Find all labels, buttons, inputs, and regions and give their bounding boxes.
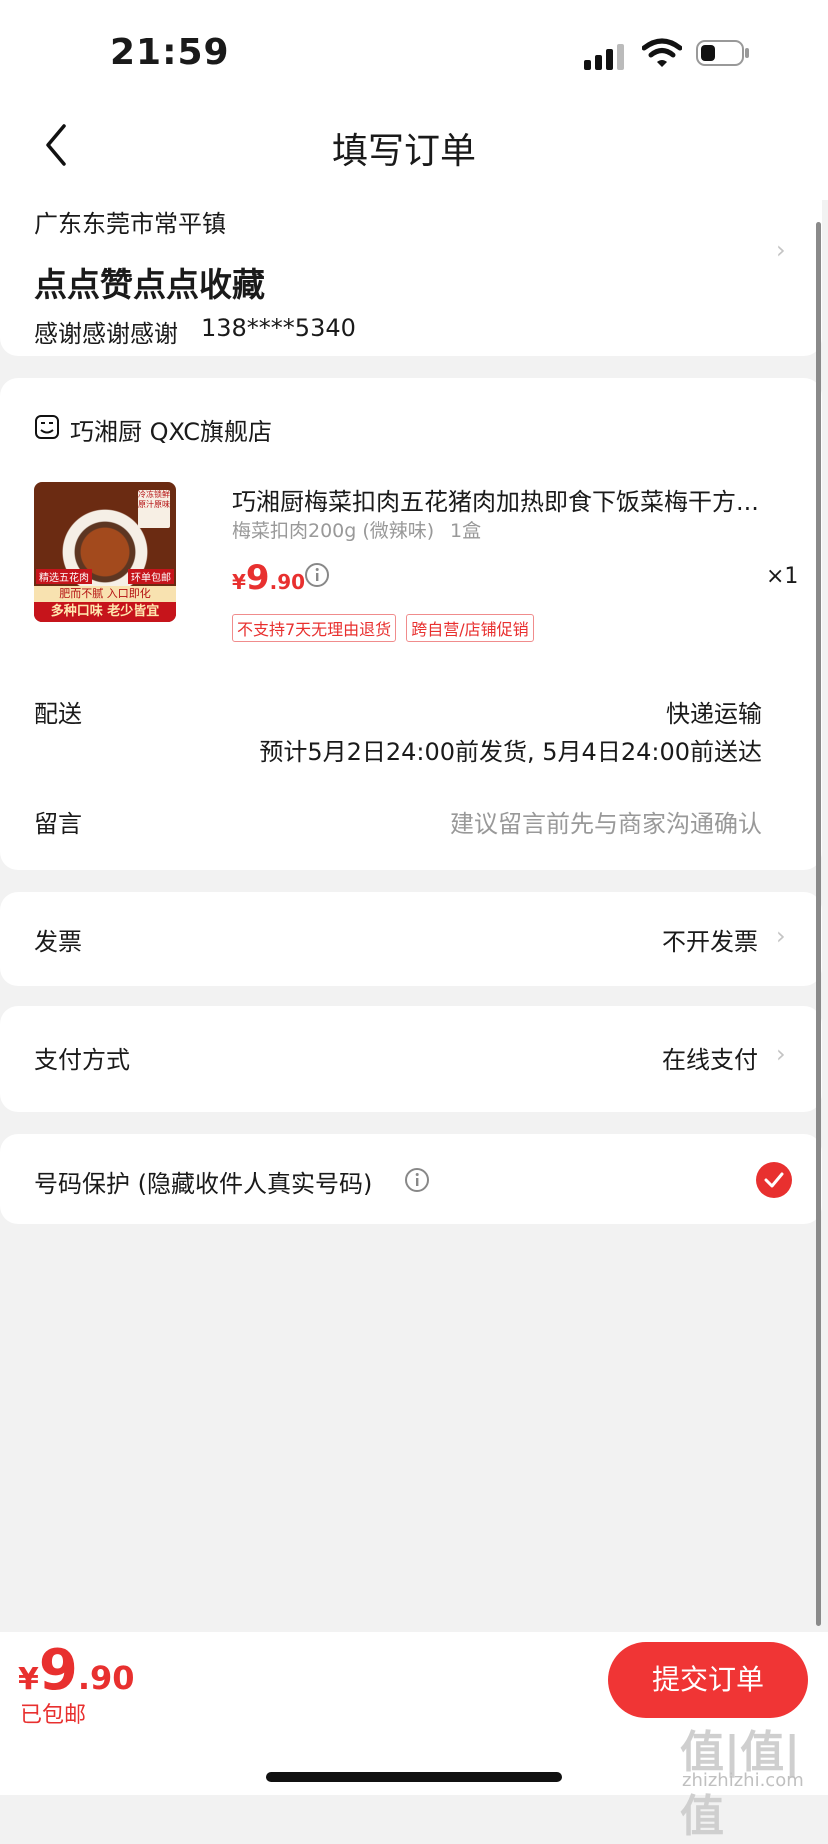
- product-quantity: ×1: [766, 564, 799, 589]
- store-icon: [35, 415, 59, 439]
- product-image-banner: 多种口味 老少皆宜: [34, 602, 176, 622]
- order-total: ¥9.90: [18, 1638, 135, 1703]
- price-integer: 9: [245, 558, 270, 598]
- total-integer: 9: [38, 1638, 78, 1703]
- address-region: 广东东莞市常平镇: [34, 210, 226, 238]
- tag-promo: 跨自营/店铺促销: [406, 614, 534, 642]
- cellular-signal-icon: [584, 44, 624, 70]
- checkmark-icon: [764, 1172, 784, 1188]
- watermark-url: zhizhizhi.com: [682, 1770, 804, 1791]
- product-title[interactable]: 巧湘厨梅菜扣肉五花猪肉加热即食下饭菜梅干方...: [232, 482, 792, 517]
- product-image-caption: 肥而不腻 入口即化: [34, 586, 176, 602]
- product-image[interactable]: 冷冻锁鲜 原汁原味 肥而不腻 入口即化 多种口味 老少皆宜 精选五花肉 环单包邮: [34, 482, 176, 622]
- invoice-chevron-icon: ›: [776, 922, 786, 950]
- delivery-method: 快递运输: [666, 700, 762, 728]
- payment-value: 在线支付: [662, 1046, 758, 1074]
- delivery-label: 配送: [34, 700, 82, 728]
- store-name[interactable]: 巧湘厨 QXC旗舰店: [70, 412, 272, 447]
- payment-label: 支付方式: [34, 1046, 130, 1074]
- product-image-sticker: 冷冻锁鲜 原汁原味: [138, 490, 170, 528]
- product-image-badge-shipping: 环单包邮: [128, 569, 174, 584]
- total-currency: ¥: [18, 1662, 39, 1697]
- product-spec: 梅菜扣肉200g (微辣味): [232, 520, 435, 542]
- home-indicator[interactable]: [266, 1772, 562, 1782]
- message-input[interactable]: 建议留言前先与商家沟通确认: [450, 804, 762, 839]
- tag-no-return: 不支持7天无理由退货: [232, 614, 397, 642]
- wifi-icon: [642, 38, 682, 67]
- message-label: 留言: [34, 810, 82, 838]
- scrollbar[interactable]: [816, 222, 821, 1626]
- battery-icon: [696, 40, 749, 66]
- price-currency: ¥: [232, 570, 246, 594]
- product-price: ¥9.90: [232, 558, 305, 598]
- payment-chevron-icon: ›: [776, 1040, 786, 1068]
- delivery-eta: 预计5月2日24:00前发货, 5月4日24:00前送达: [259, 738, 762, 766]
- address-chevron-icon: ›: [776, 236, 786, 264]
- product-tags: 不支持7天无理由退货 跨自营/店铺促销: [232, 614, 534, 642]
- number-protection-label: 号码保护 (隐藏收件人真实号码): [34, 1170, 373, 1198]
- status-time: 21:59: [110, 32, 230, 73]
- shipping-status: 已包邮: [20, 1703, 87, 1728]
- recipient-phone: 138****5340: [201, 314, 356, 342]
- submit-order-button[interactable]: 提交订单: [608, 1642, 808, 1718]
- info-icon[interactable]: [304, 562, 330, 588]
- product-image-badge: 精选五花肉: [36, 569, 92, 584]
- address-detail: 点点赞点点收藏: [34, 265, 265, 304]
- page-title: 填写订单: [331, 131, 476, 172]
- invoice-value: 不开发票: [662, 928, 758, 956]
- invoice-label: 发票: [34, 928, 82, 956]
- product-qty-unit: 1盒: [450, 520, 482, 542]
- protection-info-icon[interactable]: [404, 1167, 430, 1193]
- total-decimal: .90: [77, 1659, 135, 1697]
- recipient-name: 感谢感谢感谢: [34, 320, 178, 348]
- price-decimal: .90: [269, 570, 306, 594]
- number-protection-checkbox[interactable]: [756, 1162, 792, 1198]
